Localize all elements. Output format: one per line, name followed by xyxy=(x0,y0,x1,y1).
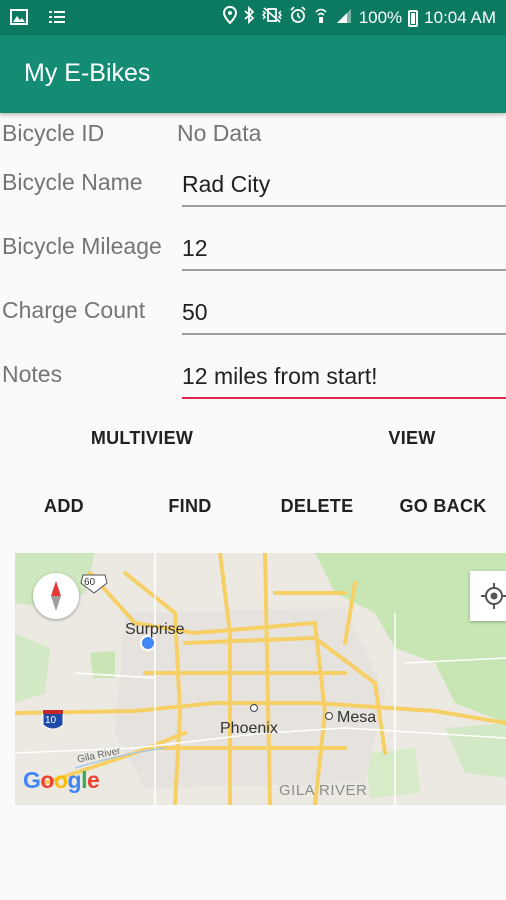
google-logo: Google xyxy=(23,767,100,793)
alarm-icon xyxy=(289,6,307,30)
charge-count-field[interactable] xyxy=(182,293,506,335)
add-button[interactable]: ADD xyxy=(14,494,114,518)
charge-count-label: Charge Count xyxy=(2,297,146,323)
battery-percent: 100% xyxy=(358,8,403,27)
compass-button[interactable] xyxy=(33,573,79,619)
bicycle-id-value: No Data xyxy=(177,120,262,146)
map-view[interactable]: 60 10 Surprise Phoenix Mesa GILA RIVER G… xyxy=(15,553,506,805)
app-title: My E-Bikes xyxy=(24,59,151,87)
status-bar: 100% 10:04 AM xyxy=(0,0,506,35)
charge-count-row: Charge Count xyxy=(0,293,506,343)
image-notification-icon xyxy=(10,8,28,26)
bicycle-name-row: Bicycle Name xyxy=(0,165,506,215)
delete-button[interactable]: DELETE xyxy=(267,494,367,518)
list-notification-icon xyxy=(48,8,66,26)
gila-river-area-label: GILA RIVER xyxy=(279,782,368,799)
multiview-button[interactable]: MULTIVIEW xyxy=(72,426,212,450)
vibrate-mute-icon xyxy=(261,6,283,30)
notes-input[interactable] xyxy=(182,357,506,395)
clock-time: 10:04 AM xyxy=(424,8,496,27)
go-back-button[interactable]: GO BACK xyxy=(388,494,498,518)
notes-label: Notes xyxy=(2,361,63,387)
bicycle-name-field[interactable] xyxy=(182,165,506,207)
bicycle-mileage-field[interactable] xyxy=(182,229,506,271)
bicycle-id-row: Bicycle ID No Data xyxy=(0,116,506,166)
mesa-label: Mesa xyxy=(337,709,377,726)
notes-field[interactable] xyxy=(182,357,506,399)
bicycle-mileage-label: Bicycle Mileage xyxy=(2,233,162,259)
location-icon xyxy=(222,5,237,30)
find-button[interactable]: FIND xyxy=(140,494,240,518)
surprise-label: Surprise xyxy=(125,621,185,638)
app-bar: My E-Bikes xyxy=(0,35,506,113)
wifi-calling-icon xyxy=(313,6,329,30)
my-location-button[interactable] xyxy=(470,571,506,621)
bluetooth-icon xyxy=(243,5,255,30)
bicycle-name-label: Bicycle Name xyxy=(2,169,143,195)
compass-icon xyxy=(51,581,61,611)
charge-count-input[interactable] xyxy=(182,293,506,331)
bicycle-mileage-input[interactable] xyxy=(182,229,506,267)
bicycle-id-label: Bicycle ID xyxy=(2,120,105,146)
view-button[interactable]: VIEW xyxy=(362,426,462,450)
battery-icon xyxy=(408,9,419,27)
us60-shield-label: 60 xyxy=(84,577,96,588)
i10-shield-label: 10 xyxy=(45,715,57,726)
bicycle-mileage-row: Bicycle Mileage xyxy=(0,229,506,279)
bicycle-name-input[interactable] xyxy=(182,165,506,203)
signal-icon xyxy=(335,6,353,30)
notes-row: Notes xyxy=(0,357,506,407)
phoenix-label: Phoenix xyxy=(220,720,278,737)
my-location-icon xyxy=(481,583,506,609)
